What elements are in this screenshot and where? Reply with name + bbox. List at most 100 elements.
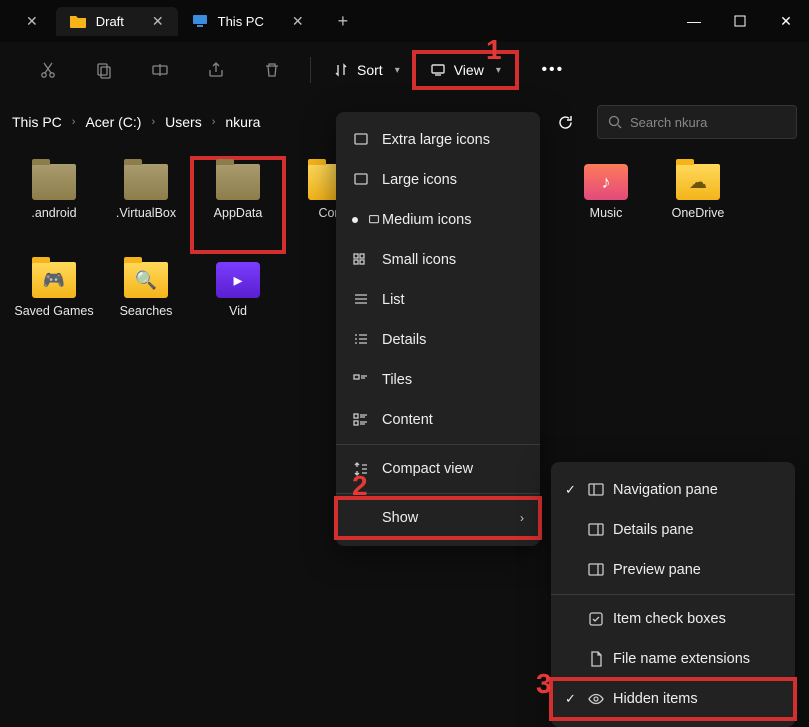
- sort-label: Sort: [357, 62, 383, 78]
- folder-icon: ♪: [584, 164, 628, 200]
- show-submenu-item[interactable]: ✓ Navigation pane: [551, 470, 795, 510]
- view-menu-item[interactable]: List: [336, 280, 540, 320]
- folder-item[interactable]: ▸ Vid: [194, 258, 282, 348]
- view-menu-item[interactable]: Details: [336, 320, 540, 360]
- folder-glyph-icon: 🔍: [124, 262, 168, 298]
- show-item[interactable]: Show›: [336, 498, 540, 538]
- menu-item-label: Small icons: [382, 252, 456, 268]
- folder-icon: ☁: [676, 164, 720, 200]
- chevron-right-icon: ›: [212, 116, 216, 128]
- share-button[interactable]: [196, 50, 236, 90]
- annotation-2: 2: [352, 470, 368, 502]
- menu-item-label: Details: [382, 332, 426, 348]
- refresh-button[interactable]: [547, 104, 583, 140]
- folder-glyph-icon: 🎮: [32, 262, 76, 298]
- folder-item[interactable]: .VirtualBox: [102, 160, 190, 250]
- pane-right-icon: [587, 561, 605, 579]
- list-icon: [352, 291, 370, 309]
- view-menu-item[interactable]: Large icons: [336, 160, 540, 200]
- show-submenu-item[interactable]: ✓Hidden items: [551, 679, 795, 719]
- submenu-item-label: File name extensions: [613, 651, 750, 667]
- folder-item[interactable]: .android: [10, 160, 98, 250]
- view-menu-item[interactable]: Medium icons: [336, 200, 540, 240]
- cut-button[interactable]: [28, 50, 68, 90]
- search-placeholder: Search nkura: [630, 115, 707, 130]
- sort-button[interactable]: Sort ▾: [321, 56, 412, 84]
- minimize-button[interactable]: —: [671, 0, 717, 42]
- show-submenu-item[interactable]: Preview pane: [551, 550, 795, 590]
- folder-item[interactable]: AppData: [194, 160, 282, 250]
- new-tab-button[interactable]: +: [318, 11, 369, 32]
- close-icon[interactable]: ✕: [8, 13, 56, 30]
- show-submenu-item[interactable]: Item check boxes: [551, 599, 795, 639]
- view-menu-item[interactable]: Small icons: [336, 240, 540, 280]
- show-submenu-item[interactable]: File name extensions: [551, 639, 795, 679]
- selected-bullet-icon: [352, 217, 358, 223]
- folder-label: AppData: [214, 206, 263, 222]
- search-icon: [608, 115, 622, 129]
- more-button[interactable]: •••: [533, 50, 573, 90]
- divider: [310, 57, 311, 83]
- tab-label: This PC: [218, 14, 264, 29]
- rect-lg-icon: [352, 171, 370, 189]
- show-submenu: ✓ Navigation pane Details pane Preview pane…: [551, 462, 795, 727]
- view-menu-item[interactable]: Extra large icons: [336, 120, 540, 160]
- close-icon[interactable]: ✕: [152, 13, 164, 30]
- folder-icon: [70, 13, 86, 29]
- check-icon: ✓: [565, 482, 576, 498]
- menu-separator: [336, 444, 540, 445]
- show-submenu-item[interactable]: Details pane: [551, 510, 795, 550]
- folder-icon: ▸: [216, 262, 260, 298]
- copy-button[interactable]: [84, 50, 124, 90]
- pane-left-icon: [587, 481, 605, 499]
- toolbar: Sort ▾ View ▾ •••: [0, 42, 809, 98]
- view-menu-item[interactable]: Tiles: [336, 360, 540, 400]
- crumb[interactable]: nkura: [225, 114, 260, 130]
- submenu-item-label: Details pane: [613, 522, 694, 538]
- annotation-box-1: View ▾: [412, 50, 519, 90]
- menu-item-label: Extra large icons: [382, 132, 490, 148]
- eye-icon: [587, 690, 605, 708]
- folder-label: Searches: [120, 304, 173, 320]
- submenu-item-label: Preview pane: [613, 562, 701, 578]
- folder-item[interactable]: ☁OneDrive: [654, 160, 742, 250]
- crumb[interactable]: Acer (C:): [85, 114, 141, 130]
- view-label: View: [454, 62, 484, 78]
- menu-item-label: Large icons: [382, 172, 457, 188]
- tabs-strip: ✕ Draft ✕ This PC ✕ +: [0, 7, 671, 36]
- tab-this-pc[interactable]: This PC ✕: [178, 7, 318, 36]
- annotation-3: 3: [536, 668, 552, 700]
- folder-icon: [124, 164, 168, 200]
- grid-sm-icon: [352, 251, 370, 269]
- tiles-icon: [352, 371, 370, 389]
- folder-item[interactable]: 🎮 Saved Games: [10, 258, 98, 348]
- content-icon: [352, 411, 370, 429]
- folder-label: .VirtualBox: [116, 206, 176, 222]
- check-icon: ✓: [565, 691, 576, 707]
- view-menu-item[interactable]: Content: [336, 400, 540, 440]
- search-input[interactable]: Search nkura: [597, 105, 797, 139]
- folder-label: Saved Games: [14, 304, 93, 320]
- folder-glyph-icon: ☁: [676, 164, 720, 200]
- annotation-1: 1: [486, 34, 502, 66]
- rename-button[interactable]: [140, 50, 180, 90]
- chevron-down-icon: ▾: [395, 65, 400, 76]
- titlebar: ✕ Draft ✕ This PC ✕ + — ✕: [0, 0, 809, 42]
- folder-glyph-icon: ♪: [584, 164, 628, 200]
- rect-lg-icon: [352, 131, 370, 149]
- folder-item[interactable]: ♪Music: [562, 160, 650, 250]
- close-button[interactable]: ✕: [763, 0, 809, 42]
- maximize-button[interactable]: [717, 0, 763, 42]
- delete-button[interactable]: [252, 50, 292, 90]
- folder-label: Vid: [229, 304, 247, 320]
- crumb[interactable]: Users: [165, 114, 202, 130]
- submenu-item-label: Navigation pane: [613, 482, 718, 498]
- crumb[interactable]: This PC: [12, 114, 62, 130]
- close-icon[interactable]: ✕: [292, 13, 304, 30]
- folder-item[interactable]: 🔍 Searches: [102, 258, 190, 348]
- folder-icon: [216, 164, 260, 200]
- file-icon: [587, 650, 605, 668]
- tab-draft[interactable]: Draft ✕: [56, 7, 178, 36]
- tab-label: Draft: [96, 14, 124, 29]
- menu-item-label: List: [382, 292, 405, 308]
